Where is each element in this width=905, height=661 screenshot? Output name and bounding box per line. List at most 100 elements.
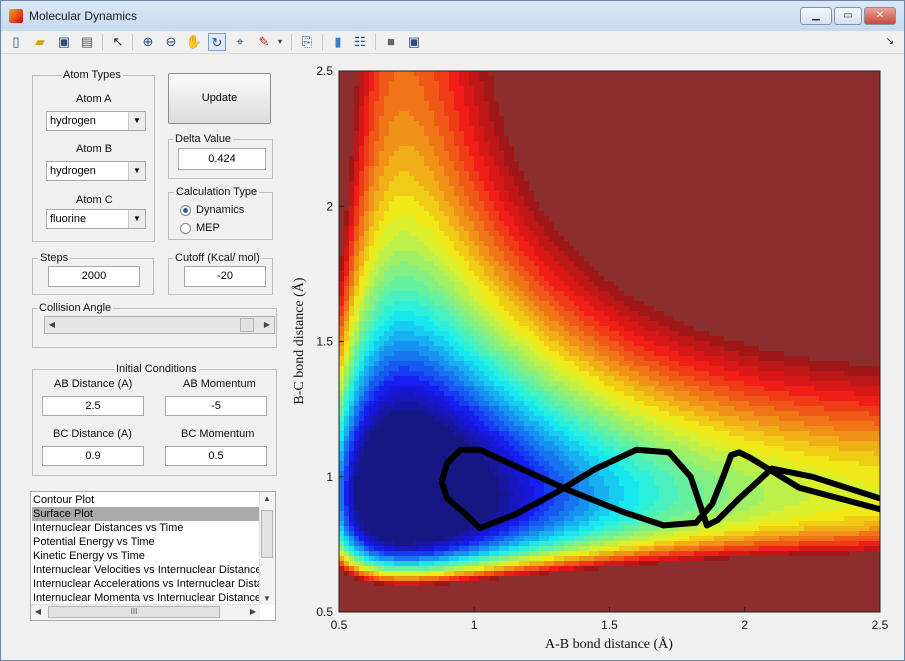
- update-button[interactable]: Update: [168, 73, 271, 124]
- new-file-icon[interactable]: ▯: [7, 33, 25, 51]
- steps-input[interactable]: 2000: [48, 266, 140, 287]
- contour-cell: [504, 536, 510, 542]
- contour-cell: [454, 201, 460, 207]
- chevron-up-icon[interactable]: ▲: [260, 494, 274, 503]
- list-item[interactable]: Potential Energy vs Time: [32, 535, 260, 549]
- scroll-thumb[interactable]: III: [48, 606, 220, 618]
- contour-cell: [519, 166, 525, 172]
- bc-momentum-input[interactable]: 0.5: [165, 446, 267, 466]
- contour-cell: [484, 481, 490, 487]
- contour-cell: [539, 156, 545, 162]
- minimize-button[interactable]: ▁: [800, 7, 832, 25]
- initial-conditions-panel: Initial Conditions AB Distance (A) AB Mo…: [32, 363, 277, 476]
- zoom-in-icon[interactable]: ⊕: [139, 33, 157, 51]
- contour-cell: [494, 141, 500, 147]
- contour-cell: [459, 216, 465, 222]
- chevron-right-icon[interactable]: ▶: [260, 320, 274, 329]
- contour-cell: [474, 586, 480, 592]
- contour-cell: [459, 441, 465, 447]
- hide-plot-tools-icon[interactable]: ■: [382, 33, 400, 51]
- list-item[interactable]: Contour Plot: [32, 493, 260, 507]
- contour-cell: [499, 491, 505, 497]
- contour-cell: [529, 516, 535, 522]
- chevron-down-icon[interactable]: ▼: [260, 594, 274, 603]
- slider-thumb[interactable]: [240, 318, 255, 332]
- list-item[interactable]: Kinetic Energy vs Time: [32, 549, 260, 563]
- maximize-button[interactable]: ▭: [834, 7, 862, 25]
- contour-cell: [454, 306, 460, 312]
- contour-cell: [384, 101, 390, 107]
- zoom-out-icon[interactable]: ⊖: [162, 33, 180, 51]
- mep-radio[interactable]: [180, 223, 191, 234]
- contour-cell: [484, 556, 490, 562]
- contour-cell: [559, 446, 565, 452]
- list-item[interactable]: Surface Plot: [32, 507, 260, 521]
- list-item[interactable]: Internuclear Accelerations vs Internucle…: [32, 577, 260, 591]
- list-horizontal-scrollbar[interactable]: ◀ III ▶: [31, 604, 260, 620]
- delta-value-input[interactable]: 0.424: [178, 148, 266, 170]
- atom-c-select[interactable]: fluorine ▼: [46, 209, 146, 229]
- chevron-left-icon[interactable]: ◀: [45, 320, 59, 329]
- contour-cell: [559, 471, 565, 477]
- save-icon[interactable]: ▣: [55, 33, 73, 51]
- ab-momentum-input[interactable]: -5: [165, 396, 267, 416]
- show-plot-tools-icon[interactable]: ▣: [405, 33, 423, 51]
- contour-cell: [524, 91, 530, 97]
- contour-cell: [514, 241, 520, 247]
- open-folder-icon[interactable]: ▰: [31, 33, 49, 51]
- contour-cell: [414, 306, 420, 312]
- list-item[interactable]: Internuclear Velocities vs Internuclear …: [32, 563, 260, 577]
- atom-a-select[interactable]: hydrogen ▼: [46, 111, 146, 131]
- contour-cell: [394, 486, 400, 492]
- print-icon[interactable]: ▤: [78, 33, 96, 51]
- contour-cell: [354, 426, 360, 432]
- colorbar-icon[interactable]: ▮: [329, 33, 347, 51]
- pan-hand-icon[interactable]: ✋: [185, 33, 203, 51]
- dropdown-arrow-icon[interactable]: ▾: [275, 33, 285, 51]
- contour-cell: [484, 156, 490, 162]
- dock-icon[interactable]: ↘: [881, 33, 899, 51]
- contour-cell: [514, 471, 520, 477]
- contour-cell: [449, 201, 455, 207]
- contour-cell: [374, 281, 380, 287]
- contour-cell: [349, 141, 355, 147]
- contour-cell: [494, 171, 500, 177]
- contour-cell: [384, 461, 390, 467]
- ab-distance-input[interactable]: 2.5: [42, 396, 144, 416]
- legend-icon[interactable]: ☷: [351, 33, 369, 51]
- bc-distance-input[interactable]: 0.9: [42, 446, 144, 466]
- collision-angle-slider[interactable]: ◀ ▶: [44, 316, 275, 334]
- contour-cell: [544, 461, 550, 467]
- brush-icon[interactable]: ✎: [255, 33, 273, 51]
- cutoff-input[interactable]: -20: [184, 266, 266, 287]
- contour-cell: [374, 516, 380, 522]
- contour-cell: [454, 561, 460, 567]
- chevron-left-icon[interactable]: ◀: [31, 607, 45, 616]
- pointer-icon[interactable]: ↖: [109, 33, 127, 51]
- data-cursor-icon[interactable]: ⌖: [231, 33, 249, 51]
- contour-cell: [474, 221, 480, 227]
- contour-cell: [394, 606, 400, 612]
- contour-cell: [354, 386, 360, 392]
- rotate-3d-icon[interactable]: ↻: [208, 33, 226, 51]
- list-item[interactable]: Internuclear Distances vs Time: [32, 521, 260, 535]
- contour-cell: [459, 596, 465, 602]
- link-plot-icon[interactable]: ⎘: [298, 33, 316, 51]
- contour-cell: [369, 431, 375, 437]
- contour-cell: [349, 311, 355, 317]
- list-item[interactable]: Internuclear Momenta vs Internuclear Dis…: [32, 591, 260, 605]
- contour-cell: [354, 141, 360, 147]
- scroll-thumb[interactable]: [261, 510, 273, 558]
- dynamics-radio[interactable]: [180, 205, 191, 216]
- contour-cell: [354, 486, 360, 492]
- list-vertical-scrollbar[interactable]: ▲ ▼: [259, 492, 275, 605]
- contour-cell: [454, 206, 460, 212]
- atom-b-select[interactable]: hydrogen ▼: [46, 161, 146, 181]
- contour-cell: [514, 281, 520, 287]
- contour-cell: [369, 481, 375, 487]
- close-button[interactable]: ✕: [864, 7, 896, 25]
- plot-type-listbox[interactable]: Contour Plot Surface Plot Internuclear D…: [30, 491, 276, 621]
- contour-cell: [534, 311, 540, 317]
- chevron-right-icon[interactable]: ▶: [246, 607, 260, 616]
- contour-cell: [379, 201, 385, 207]
